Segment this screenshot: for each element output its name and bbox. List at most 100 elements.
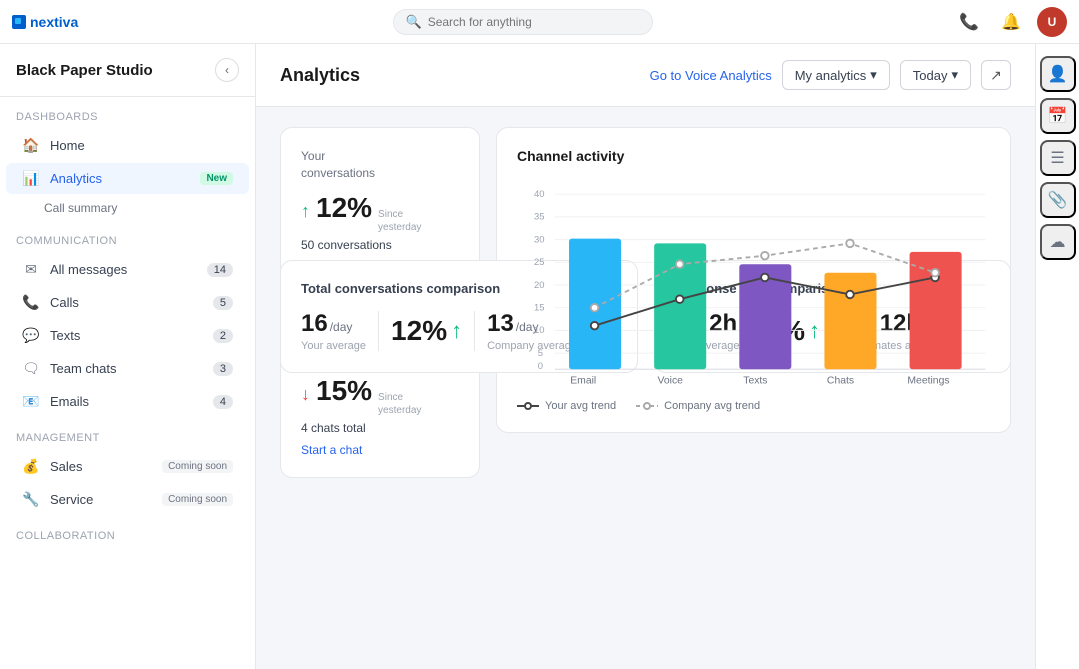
emails-badge: 4 — [213, 395, 233, 409]
collaboration-value-row: ↓ 15% Sinceyesterday — [301, 375, 459, 417]
svg-text:40: 40 — [534, 189, 545, 200]
search-box[interactable]: 🔍 — [393, 9, 653, 35]
total-pct-arrow: ↑ — [451, 318, 462, 344]
sidebar-item-analytics-label: Analytics — [50, 171, 190, 186]
sidebar-item-emails-label: Emails — [50, 394, 203, 409]
sidebar-item-sales[interactable]: 💰 Sales Coming soon — [6, 451, 249, 482]
conversations-percent: 12% — [316, 192, 372, 224]
nextiva-logo-icon: nextiva — [12, 11, 92, 33]
collaboration-arrow-down: ↓ — [301, 384, 310, 405]
conversations-arrow-up: ↑ — [301, 201, 310, 222]
communication-section-label: Communication — [0, 221, 255, 253]
voice-analytics-link[interactable]: Go to Voice Analytics — [650, 68, 772, 83]
conversations-since: Sinceyesterday — [378, 208, 421, 234]
share-button[interactable]: ↗ — [981, 60, 1011, 90]
list-icon-button[interactable]: ☰ — [1040, 140, 1076, 176]
attachment-icon-button[interactable]: 📎 — [1040, 182, 1076, 218]
company-avg-trend-label: Company avg trend — [664, 400, 760, 412]
sidebar-item-calls-label: Calls — [50, 295, 203, 310]
svg-text:Texts: Texts — [743, 375, 767, 386]
channel-activity-title: Channel activity — [517, 148, 990, 164]
sidebar-item-home-label: Home — [50, 138, 233, 153]
my-analytics-dropdown[interactable]: My analytics ▾ — [782, 60, 890, 90]
divider-2 — [474, 311, 475, 351]
sidebar-item-calls[interactable]: 📞 Calls 5 — [6, 287, 249, 318]
sidebar-item-all-messages-label: All messages — [50, 262, 197, 277]
channel-activity-card: Channel activity 40 35 30 25 20 15 10 5 — [496, 127, 1011, 433]
all-messages-badge: 14 — [207, 263, 233, 277]
profile-icon-button[interactable]: 👤 — [1040, 56, 1076, 92]
collaboration-section-label: Collaboration — [0, 516, 255, 548]
sidebar-item-texts[interactable]: 💬 Texts 2 — [6, 320, 249, 351]
chart-legend: Your avg trend Company avg trend — [517, 400, 990, 412]
conversations-count: 50 conversations — [301, 238, 459, 252]
your-avg-trend-legend: Your avg trend — [517, 400, 616, 412]
calendar-icon-button[interactable]: 📅 — [1040, 98, 1076, 134]
conversations-card-title: Yourconversations — [301, 148, 459, 182]
svg-text:35: 35 — [534, 212, 545, 223]
today-dropdown[interactable]: Today ▾ — [900, 60, 971, 90]
team-chats-badge: 3 — [213, 362, 233, 376]
service-coming-soon-badge: Coming soon — [162, 493, 233, 506]
content-body: Yourconversations ↑ 12% Sinceyesterday 5… — [256, 107, 1035, 393]
cloud-icon-button[interactable]: ☁ — [1040, 224, 1076, 260]
calls-icon: 📞 — [22, 294, 40, 311]
conversations-value-row: ↑ 12% Sinceyesterday — [301, 192, 459, 234]
svg-text:Meetings: Meetings — [907, 375, 949, 386]
your-avg-trend-label: Your avg trend — [545, 400, 616, 412]
company-avg-trend-legend: Company avg trend — [636, 400, 760, 412]
svg-text:0: 0 — [538, 361, 543, 372]
analytics-new-badge: New — [200, 172, 233, 185]
svg-text:5: 5 — [538, 348, 543, 359]
search-input[interactable] — [428, 15, 628, 29]
calls-badge: 5 — [213, 296, 233, 310]
svg-text:10: 10 — [534, 325, 545, 336]
company-trend-legend-icon — [636, 401, 658, 411]
total-pct: 12% — [391, 315, 447, 347]
home-icon: 🏠 — [22, 137, 40, 154]
sidebar-item-service-label: Service — [50, 492, 152, 507]
avatar[interactable]: U — [1037, 7, 1067, 37]
svg-text:Email: Email — [570, 375, 596, 386]
start-chat-link[interactable]: Start a chat — [301, 443, 459, 457]
notifications-button[interactable]: 🔔 — [995, 6, 1027, 38]
collaboration-since: Sinceyesterday — [378, 391, 421, 417]
sidebar-item-team-chats-label: Team chats — [50, 361, 203, 376]
management-section-label: Management — [0, 418, 255, 450]
all-messages-icon: ✉ — [22, 261, 40, 278]
sidebar-item-team-chats[interactable]: 🗨 Team chats 3 — [6, 353, 249, 384]
svg-text:Chats: Chats — [827, 375, 854, 386]
workspace-name: Black Paper Studio — [16, 62, 153, 79]
sidebar-item-analytics[interactable]: 📊 Analytics New — [6, 163, 249, 194]
page-header: Analytics Go to Voice Analytics My analy… — [256, 44, 1035, 107]
service-icon: 🔧 — [22, 491, 40, 508]
sidebar-item-home[interactable]: 🏠 Home — [6, 130, 249, 161]
sales-icon: 💰 — [22, 458, 40, 475]
your-avg-column: 16/day Your average — [301, 310, 366, 352]
svg-text:nextiva: nextiva — [30, 14, 78, 30]
phone-button[interactable]: 📞 — [953, 6, 985, 38]
texts-badge: 2 — [213, 329, 233, 343]
sidebar-item-call-summary[interactable]: Call summary — [0, 195, 255, 221]
main-layout: Black Paper Studio ‹ Dashboards 🏠 Home 📊… — [0, 44, 1079, 669]
collapse-sidebar-button[interactable]: ‹ — [215, 58, 239, 82]
chevron-down-icon-2: ▾ — [951, 67, 958, 83]
dashboards-section-label: Dashboards — [0, 97, 255, 129]
svg-text:20: 20 — [534, 280, 545, 291]
svg-text:15: 15 — [534, 303, 545, 314]
sidebar: Black Paper Studio ‹ Dashboards 🏠 Home 📊… — [0, 44, 256, 669]
chevron-down-icon: ▾ — [870, 67, 877, 83]
texts-icon: 💬 — [22, 327, 40, 344]
content-area: Analytics Go to Voice Analytics My analy… — [256, 44, 1035, 669]
sidebar-item-all-messages[interactable]: ✉ All messages 14 — [6, 254, 249, 285]
sidebar-item-texts-label: Texts — [50, 328, 203, 343]
search-icon: 🔍 — [406, 14, 422, 30]
topbar-actions: 📞 🔔 U — [953, 6, 1067, 38]
svg-text:25: 25 — [534, 257, 545, 268]
logo: nextiva — [12, 11, 92, 33]
your-avg-label: Your average — [301, 340, 366, 352]
channel-activity-chart: 40 35 30 25 20 15 10 5 0 — [517, 180, 990, 388]
sidebar-item-service[interactable]: 🔧 Service Coming soon — [6, 484, 249, 515]
team-chats-icon: 🗨 — [22, 360, 40, 377]
sidebar-item-emails[interactable]: 📧 Emails 4 — [6, 386, 249, 417]
